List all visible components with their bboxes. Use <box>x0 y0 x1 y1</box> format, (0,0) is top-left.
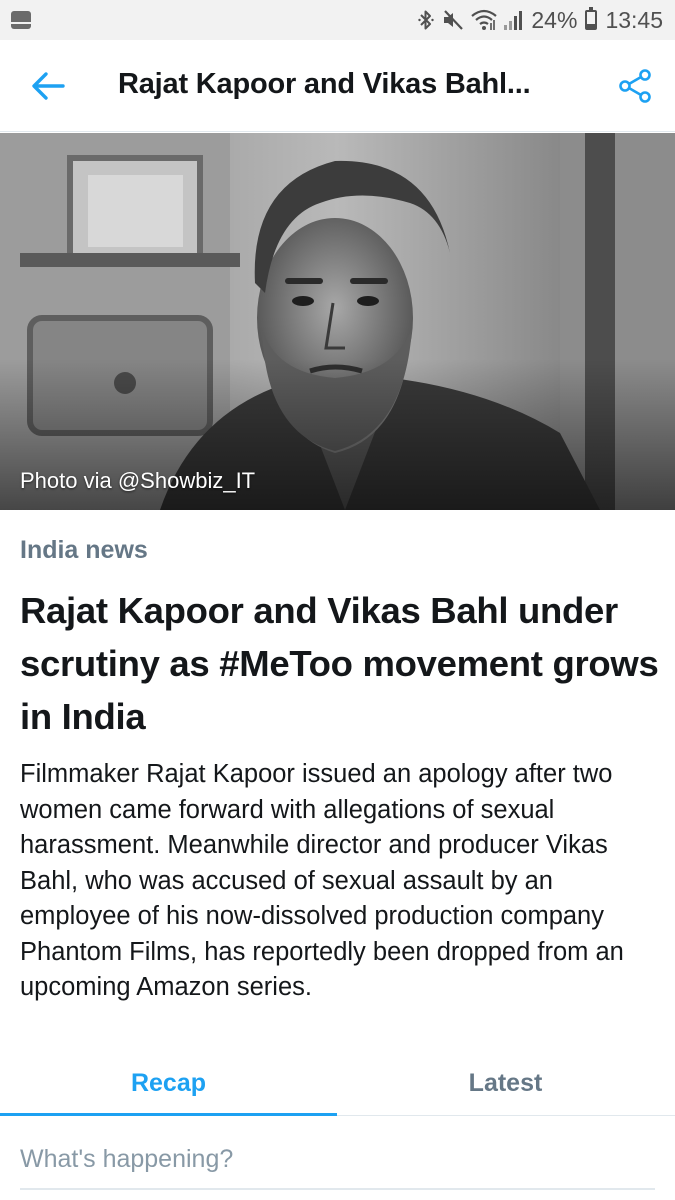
status-icons: 24% 13:45 <box>417 0 663 40</box>
mute-icon <box>441 8 465 32</box>
tab-recap[interactable]: Recap <box>0 1050 337 1116</box>
article-summary: Filmmaker Rajat Kapoor issued an apology… <box>20 760 624 1001</box>
compose-input[interactable] <box>20 1130 655 1190</box>
clock: 13:45 <box>605 6 663 33</box>
wifi-icon <box>471 9 498 31</box>
battery-icon <box>585 7 598 30</box>
page-title: Rajat Kapoor and Vikas Bahl... <box>118 68 531 100</box>
photo-credit: Photo via @Showbiz_IT <box>20 468 256 493</box>
bluetooth-icon <box>417 8 435 32</box>
compose-area <box>0 1130 675 1194</box>
arrow-left-icon <box>31 71 65 106</box>
tab-bar: Recap Latest <box>0 1050 675 1116</box>
portrait-photo <box>0 133 675 510</box>
share-icon <box>618 68 654 109</box>
active-tab-indicator <box>0 1113 337 1116</box>
status-bar: 24% 13:45 <box>0 0 675 40</box>
article-headline: Rajat Kapoor and Vikas Bahl under scruti… <box>20 590 659 737</box>
tab-latest[interactable]: Latest <box>337 1050 674 1116</box>
hero-image[interactable]: Photo via @Showbiz_IT <box>0 133 675 510</box>
share-button[interactable] <box>612 64 660 112</box>
category-label[interactable]: India news <box>20 536 148 565</box>
battery-level <box>587 24 596 28</box>
app-header: Rajat Kapoor and Vikas Bahl... <box>0 40 675 132</box>
battery-percent: 24% <box>531 6 578 33</box>
signal-icon <box>503 9 523 31</box>
screenshot-icon <box>10 10 32 30</box>
back-button[interactable] <box>26 66 70 110</box>
